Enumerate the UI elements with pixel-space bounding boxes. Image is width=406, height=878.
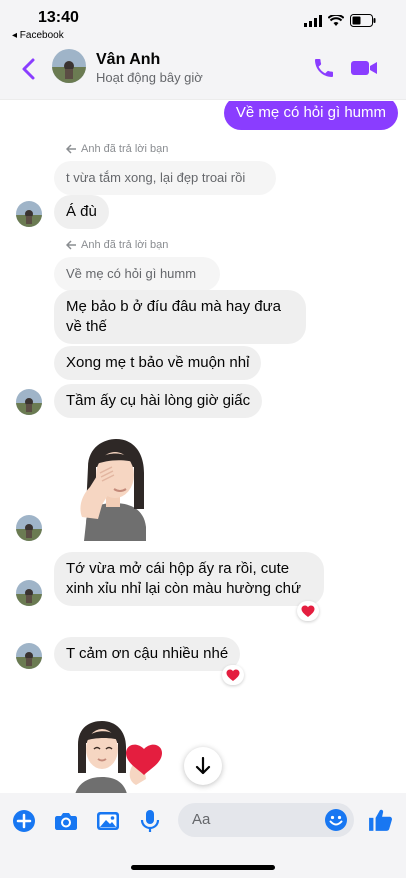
reply-label-text: Anh đã trả lời bạn: [81, 143, 169, 155]
video-camera-icon[interactable]: [350, 56, 378, 80]
status-bar: 13:40 ◂ Facebook: [0, 0, 406, 44]
home-indicator: [131, 865, 275, 870]
contact-name[interactable]: Vân Anh: [96, 51, 160, 69]
message-input[interactable]: Aa: [178, 803, 354, 837]
sender-avatar[interactable]: [16, 389, 42, 415]
wifi-icon: [328, 14, 344, 26]
phone-icon[interactable]: [312, 56, 336, 80]
conversation-header: Vân Anh Hoạt động bây giờ: [0, 44, 406, 100]
message-composer: Aa: [0, 793, 406, 878]
battery-icon: [350, 14, 376, 27]
emoji-icon[interactable]: [324, 808, 348, 832]
incoming-message[interactable]: Xong mẹ t bảo về muộn nhỉ: [54, 346, 262, 380]
back-chevron-icon[interactable]: [18, 56, 40, 82]
incoming-message[interactable]: Á đù: [54, 195, 109, 229]
plus-icon[interactable]: [12, 809, 36, 833]
thumbs-up-icon[interactable]: [368, 807, 394, 833]
sender-avatar[interactable]: [16, 201, 42, 227]
finger-heart-avatar-sticker[interactable]: [70, 719, 166, 793]
quoted-message[interactable]: t vừa tắm xong, lại đẹp troai rồi: [54, 161, 276, 195]
status-time: 13:40: [38, 9, 79, 26]
heart-reaction[interactable]: [222, 665, 244, 685]
incoming-message[interactable]: Tầm ấy cụ hài lòng giờ giấc: [54, 384, 263, 418]
scroll-to-bottom-button[interactable]: [184, 747, 222, 785]
arrow-down-icon: [195, 757, 211, 775]
heart-reaction[interactable]: [297, 601, 319, 621]
reply-label: Anh đã trả lời bạn: [66, 239, 168, 251]
incoming-message[interactable]: T cảm ơn cậu nhiều nhé: [54, 637, 241, 671]
heart-icon: [301, 605, 315, 617]
signal-icon: [304, 14, 322, 27]
reply-label: Anh đã trả lời bạn: [66, 143, 168, 155]
message-list[interactable]: Về mẹ có hỏi gì humm Anh đã trả lời bạn …: [0, 101, 406, 793]
reply-arrow-icon: [66, 240, 76, 250]
microphone-icon[interactable]: [138, 809, 162, 833]
sender-avatar[interactable]: [16, 643, 42, 669]
sender-avatar[interactable]: [16, 580, 42, 606]
contact-avatar[interactable]: [52, 49, 86, 83]
reply-label-text: Anh đã trả lời bạn: [81, 239, 169, 251]
incoming-message[interactable]: Tớ vừa mở cái hộp ấy ra rồi, cute xinh x…: [54, 552, 324, 606]
contact-status: Hoạt động bây giờ: [96, 70, 203, 85]
facepalm-avatar-sticker[interactable]: [64, 437, 164, 546]
incoming-message[interactable]: Mẹ bảo b ở đíu đâu mà hay đưa về thế: [54, 290, 306, 344]
reply-arrow-icon: [66, 144, 76, 154]
back-to-app-link[interactable]: ◂ Facebook: [12, 30, 64, 41]
camera-icon[interactable]: [54, 809, 78, 833]
message-input-placeholder: Aa: [192, 811, 211, 828]
status-icons: [304, 14, 376, 27]
image-icon[interactable]: [96, 809, 120, 833]
outgoing-message[interactable]: Về mẹ có hỏi gì humm: [223, 101, 398, 130]
sender-avatar[interactable]: [16, 515, 42, 541]
heart-icon: [226, 669, 240, 681]
quoted-message[interactable]: Về mẹ có hỏi gì humm: [54, 257, 220, 291]
